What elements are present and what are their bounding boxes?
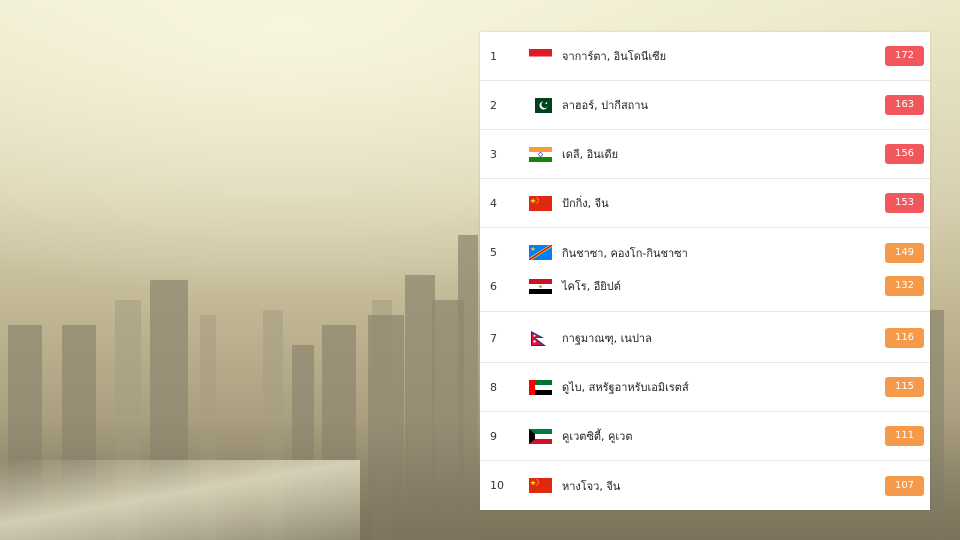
aqi-badge: 115	[885, 377, 924, 397]
pakistan-flag-icon	[529, 97, 552, 113]
uae-flag-icon	[529, 379, 552, 395]
aqi-badge: 163	[885, 95, 924, 115]
city-name: ปักกิ่ง, จีน	[562, 197, 609, 210]
city-name: เดลี, อินเดีย	[562, 148, 619, 161]
ranking-row: 2 ลาฮอร์, ปากีสถาน 163	[480, 81, 930, 130]
ranking-row-group: 5 กินชาซา, คองโก-กินชาซา 149 6 ไคโร, อีย…	[480, 228, 930, 312]
city-name: จาการ์ตา, อินโดนีเซีย	[562, 50, 667, 63]
city-name: ลาฮอร์, ปากีสถาน	[562, 99, 649, 112]
china-flag-icon	[529, 478, 552, 493]
ranking-row: 7 กาฐมาณฑุ, เนปาล 116	[480, 314, 930, 363]
aqi-badge: 132	[885, 276, 924, 296]
china-flag-icon	[529, 195, 552, 211]
rank-number: 1	[490, 49, 497, 63]
dr-congo-flag-icon	[529, 245, 552, 260]
ranking-row: 1 จาการ์ตา, อินโดนีเซีย 172	[480, 32, 930, 81]
aqi-badge: 107	[885, 475, 924, 496]
city-name: ดูไบ, สหรัฐอาหรับเอมิเรตส์	[562, 381, 689, 394]
rank-number: 10	[490, 479, 504, 492]
rank-number: 3	[490, 147, 497, 161]
ranking-row: 10 หางโจว, จีน 107	[480, 461, 930, 510]
ranking-row: 3 เดลี, อินเดีย 156	[480, 130, 930, 179]
city-name: กินชาซา, คองโก-กินชาซา	[562, 246, 688, 260]
aqi-badge: 116	[885, 328, 924, 348]
nepal-flag-icon	[529, 330, 552, 346]
aqi-ranking-panel: 1 จาการ์ตา, อินโดนีเซีย 172 2 ลาฮอร์, ปา…	[480, 32, 930, 510]
city-name: คูเวตซิตี้, คูเวต	[562, 430, 633, 443]
rank-number: 4	[490, 196, 497, 210]
india-flag-icon	[529, 146, 552, 162]
egypt-flag-icon	[529, 278, 552, 294]
rank-number: 7	[490, 331, 497, 345]
rank-number: 5	[490, 246, 497, 259]
aqi-badge: 149	[885, 242, 924, 263]
rank-number: 9	[490, 429, 497, 443]
city-name: ไคโร, อียิปต์	[562, 280, 621, 293]
indonesia-flag-icon	[529, 48, 552, 64]
rank-number: 6	[490, 279, 497, 293]
ranking-row: 6 ไคโร, อียิปต์ 132	[480, 265, 930, 307]
aqi-badge: 172	[885, 46, 924, 66]
rank-number: 8	[490, 380, 497, 394]
aqi-badge: 111	[885, 426, 924, 446]
kuwait-flag-icon	[529, 428, 552, 444]
city-name: หางโจว, จีน	[562, 479, 621, 493]
aqi-badge: 153	[885, 193, 924, 213]
aqi-badge: 156	[885, 144, 924, 164]
rank-number: 2	[490, 98, 497, 112]
city-name: กาฐมาณฑุ, เนปาล	[562, 332, 652, 345]
ranking-row: 4 ปักกิ่ง, จีน 153	[480, 179, 930, 228]
ranking-row: 9 คูเวตซิตี้, คูเวต 111	[480, 412, 930, 461]
river	[0, 460, 360, 540]
ranking-row: 8 ดูไบ, สหรัฐอาหรับเอมิเรตส์ 115	[480, 363, 930, 412]
